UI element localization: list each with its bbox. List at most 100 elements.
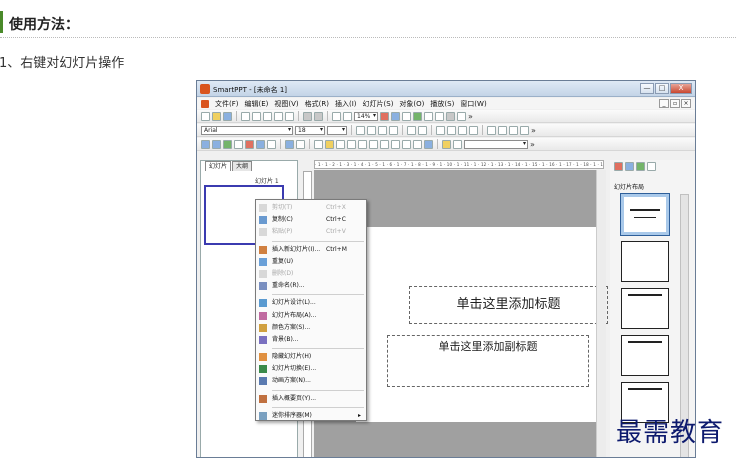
find-icon[interactable] [332,111,341,121]
layout-pane-icon[interactable] [614,162,623,171]
cut-icon[interactable] [263,111,272,121]
master-view-icon[interactable] [245,139,254,149]
context-menu-item[interactable]: 幻灯片设计(L)... [256,297,366,309]
image-icon[interactable] [391,111,400,121]
menu-play[interactable]: 播放(S) [430,99,454,109]
italic-icon[interactable] [367,125,376,135]
layout-title-content[interactable] [621,335,669,376]
bullets-icon[interactable] [487,125,496,135]
align-center-icon[interactable] [447,125,456,135]
grid-icon[interactable] [435,111,444,121]
undo-icon[interactable] [303,111,312,121]
context-menu-item[interactable]: 插入新幻灯片(I)... Ctrl+M [256,244,366,256]
menu-edit[interactable]: 编辑(E) [245,99,269,109]
menu-view[interactable]: 视图(V) [274,99,298,109]
tab-outline[interactable]: 大纲 [232,161,253,171]
redo-icon[interactable] [314,111,323,121]
style-select[interactable] [464,139,528,149]
slide[interactable]: 单击这里添加标题 单击这里添加副标题 [356,227,608,422]
toolbar-overflow-icon[interactable]: » [468,112,473,121]
handout-view-icon[interactable] [256,139,265,149]
connector-icon[interactable] [358,139,367,149]
canvas-scrollbar[interactable] [596,170,606,457]
context-menu-item[interactable]: 复制(C) Ctrl+C [256,214,366,226]
underline-icon[interactable] [378,125,387,135]
zoom-icon[interactable] [343,111,352,121]
slide-view-icon[interactable] [201,139,210,149]
menu-window[interactable]: 窗口(W) [460,99,486,109]
menu-slide[interactable]: 幻灯片(S) [363,99,394,109]
align-left-icon[interactable] [436,125,445,135]
close-button[interactable]: X [670,83,692,94]
design-pane-icon[interactable] [625,162,634,171]
rectangle-icon[interactable] [380,139,389,149]
grow-font-icon[interactable] [407,125,416,135]
bold-icon[interactable] [356,125,365,135]
minimize-button[interactable]: — [640,83,654,94]
menu-format[interactable]: 格式(R) [305,99,329,109]
doc-close-icon[interactable]: × [681,99,691,108]
text-icon[interactable] [380,111,389,121]
context-menu-item[interactable]: 粘贴(P) Ctrl+V [256,226,366,238]
justify-icon[interactable] [469,125,478,135]
fill-icon[interactable] [453,139,462,149]
design-icon[interactable] [285,139,294,149]
copy-icon[interactable] [274,111,283,121]
color-pane-icon[interactable] [636,162,645,171]
sorter-view-icon[interactable] [212,139,221,149]
font-color-select[interactable] [327,125,347,135]
format-overflow-icon[interactable]: » [531,126,536,135]
align-right-icon[interactable] [458,125,467,135]
layout-view-icon[interactable] [267,139,276,149]
context-menu-item[interactable]: 剪切(T) Ctrl+X [256,202,366,214]
save-icon[interactable] [223,111,232,121]
layout-title-slide[interactable] [620,193,670,236]
context-menu-item[interactable]: 背景(B)... [256,334,366,346]
textbox-icon[interactable] [424,139,433,149]
font-name-select[interactable]: Arial [201,125,293,135]
context-menu-item[interactable]: 删除(D) [256,268,366,280]
menu-file[interactable]: 文件(F) [215,99,239,109]
layout-title-only[interactable] [621,288,669,329]
context-menu-item[interactable]: 重命名(R)... [256,280,366,292]
maximize-button[interactable]: □ [655,83,669,94]
shrink-font-icon[interactable] [418,125,427,135]
numbering-icon[interactable] [498,125,507,135]
pencil-icon[interactable] [325,139,334,149]
chart-icon[interactable] [424,111,433,121]
font-size-select[interactable]: 18 [295,125,325,135]
outdent-icon[interactable] [520,125,529,135]
help-icon[interactable] [457,111,466,121]
table-icon[interactable] [402,111,411,121]
doc-restore-icon[interactable]: ▫ [670,99,680,108]
context-menu-item[interactable]: 颜色方案(S)... [256,322,366,334]
context-menu-item[interactable]: 动画方案(N)... [256,375,366,387]
animation-pane-icon[interactable] [647,162,656,171]
context-menu-item[interactable]: 幻灯片切换(E)... [256,363,366,375]
context-menu-item[interactable]: 幻灯片布局(A)... [256,310,366,322]
line-icon[interactable] [314,139,323,149]
indent-icon[interactable] [509,125,518,135]
zoom-select[interactable]: 14% [354,111,378,121]
context-menu-item[interactable]: 迷你排序器(M) ▸ [256,410,366,422]
context-menu-item[interactable]: 重复(U) [256,256,366,268]
outline-view-icon[interactable] [223,139,232,149]
menu-insert[interactable]: 插入(I) [335,99,357,109]
elbow-icon[interactable] [369,139,378,149]
animation-icon[interactable] [296,139,305,149]
ellipse-icon[interactable] [402,139,411,149]
context-menu-item[interactable]: 插入概要页(Y)... [256,393,366,405]
drawing-overflow-icon[interactable]: » [530,140,535,149]
curve-icon[interactable] [336,139,345,149]
new-icon[interactable] [201,111,210,121]
rounded-rect-icon[interactable] [391,139,400,149]
subtitle-placeholder[interactable]: 单击这里添加副标题 [387,335,589,387]
open-icon[interactable] [212,111,221,121]
paste-icon[interactable] [285,111,294,121]
tab-slides[interactable]: 幻灯片 [205,161,232,171]
shadow-icon[interactable] [389,125,398,135]
wordart-icon[interactable] [413,111,422,121]
notes-view-icon[interactable] [234,139,243,149]
preview-icon[interactable] [252,111,261,121]
star-icon[interactable] [442,139,451,149]
